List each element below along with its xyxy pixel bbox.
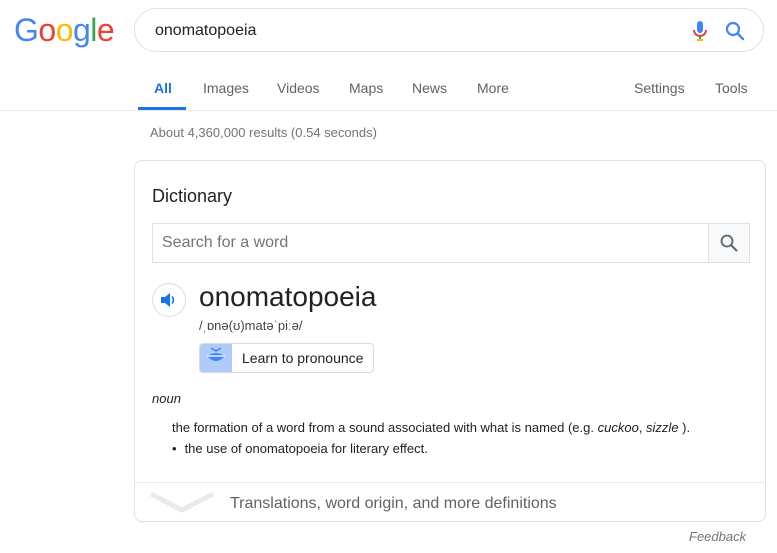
- tab-news[interactable]: News: [412, 80, 447, 96]
- definition: the formation of a word from a sound ass…: [172, 420, 690, 435]
- active-tab-indicator: [138, 107, 186, 110]
- learn-to-pronounce-button[interactable]: Learn to pronounce: [199, 343, 374, 373]
- search-icon[interactable]: [725, 21, 745, 46]
- logo-letter: e: [96, 12, 115, 48]
- logo-letter: l: [90, 12, 97, 48]
- speaker-icon: [161, 293, 175, 307]
- word-search-button[interactable]: [708, 224, 749, 262]
- tab-videos[interactable]: Videos: [277, 80, 320, 96]
- definition-example: sizzle: [646, 420, 679, 435]
- subdefinition-text: the use of onomatopoeia for literary eff…: [184, 441, 428, 456]
- tab-more[interactable]: More: [477, 80, 509, 96]
- dictionary-card: Dictionary Search for a word onomatopoei…: [134, 160, 766, 522]
- word-search-placeholder[interactable]: Search for a word: [162, 234, 288, 252]
- result-stats: About 4,360,000 results (0.54 seconds): [150, 125, 377, 140]
- phonetic-spelling: /ˌɒnə(ʊ)matəˈpiːə/: [199, 318, 303, 333]
- definition-text: the formation of a word from a sound ass…: [172, 420, 598, 435]
- search-box[interactable]: onomatopoeia: [134, 8, 764, 52]
- dictionary-title: Dictionary: [152, 186, 233, 206]
- lips-icon: [200, 344, 232, 372]
- tab-settings[interactable]: Settings: [634, 80, 685, 96]
- search-input[interactable]: onomatopoeia: [155, 22, 256, 40]
- search-icon: [720, 234, 738, 252]
- definition-example: cuckoo: [597, 420, 639, 435]
- tab-tools[interactable]: Tools: [715, 80, 748, 96]
- tab-all[interactable]: All: [154, 80, 172, 96]
- pronunciation-speaker-button[interactable]: [152, 283, 186, 317]
- more-definitions-link[interactable]: Translations, word origin, and more defi…: [230, 495, 557, 513]
- learn-to-pronounce-label: Learn to pronounce: [242, 350, 364, 366]
- logo-letter: g: [72, 12, 91, 48]
- search-tabs: All Images Videos Maps News More Setting…: [0, 78, 777, 111]
- headword: onomatopoeia: [199, 281, 377, 312]
- definition-suffix: ).: [678, 420, 691, 435]
- bullet: •: [172, 441, 177, 456]
- tab-maps[interactable]: Maps: [349, 80, 383, 96]
- part-of-speech: noun: [152, 391, 181, 406]
- tab-images[interactable]: Images: [203, 80, 249, 96]
- divider: [135, 482, 765, 483]
- google-logo[interactable]: Google: [14, 12, 115, 49]
- word-search-field[interactable]: Search for a word: [152, 223, 750, 263]
- definition-separator: ,: [638, 420, 647, 435]
- logo-letter: o: [38, 12, 56, 48]
- logo-letter: o: [55, 12, 74, 48]
- feedback-link[interactable]: Feedback: [689, 529, 746, 544]
- chevron-down-icon[interactable]: [149, 490, 215, 519]
- mic-icon[interactable]: [693, 20, 707, 47]
- logo-letter: G: [14, 12, 39, 48]
- subdefinition: • the use of onomatopoeia for literary ef…: [172, 441, 428, 456]
